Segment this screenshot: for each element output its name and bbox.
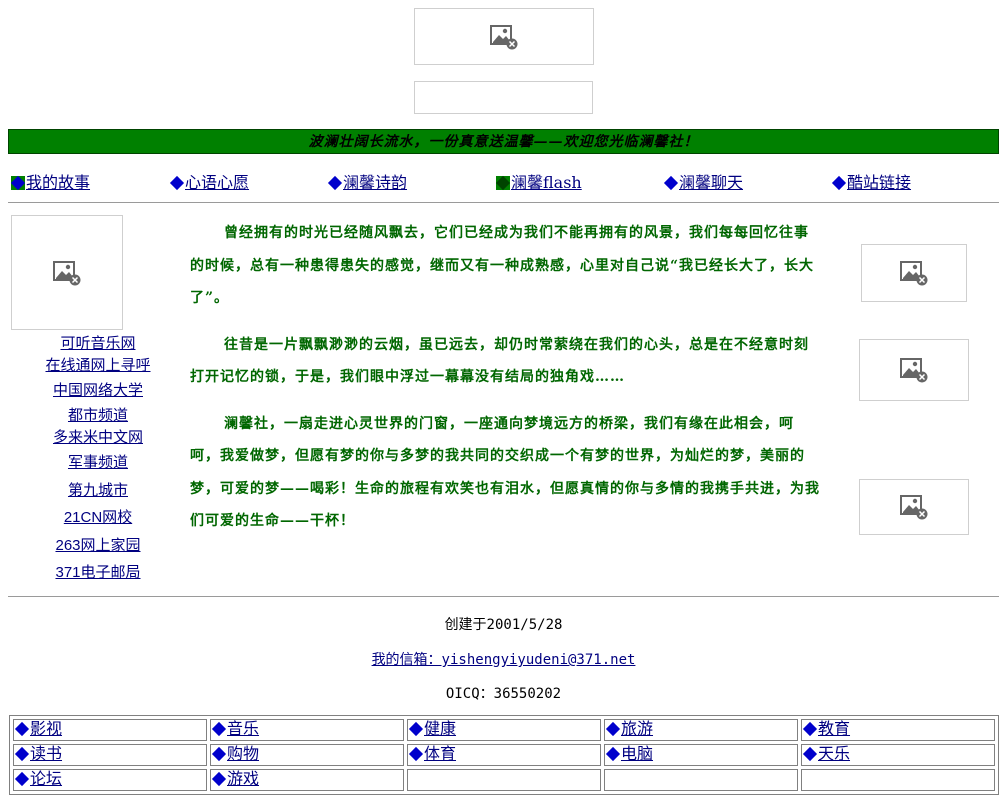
left-link-university[interactable]: 中国网络大学: [18, 380, 178, 400]
nav-label: 澜馨诗韵: [343, 173, 408, 192]
right-image-2: [859, 339, 969, 401]
left-link-371[interactable]: 371电子邮局: [18, 563, 178, 583]
category-reading[interactable]: 读书: [15, 745, 62, 763]
diamond-bullet-icon: [15, 772, 29, 786]
category-travel[interactable]: 旅游: [606, 720, 653, 738]
left-image: [11, 215, 123, 330]
table-row: 影视 音乐 健康 旅游 教育: [13, 719, 995, 741]
category-label: 旅游: [621, 719, 654, 738]
category-label: 论坛: [30, 769, 63, 788]
diamond-bullet-icon: [664, 176, 678, 190]
diamond-bullet-icon: [170, 176, 184, 190]
diamond-bullet-icon: [606, 722, 620, 736]
category-label: 天乐: [818, 744, 851, 763]
left-link-21cn[interactable]: 21CN网校: [18, 508, 178, 528]
empty-cell: [801, 769, 995, 791]
nav-poetry[interactable]: 澜馨诗韵: [328, 173, 407, 193]
category-shopping[interactable]: 购物: [212, 745, 259, 763]
paragraph: 澜馨社，一扇走进心灵世界的门窗，一座通向梦境远方的桥梁，我们有缘在此相会，呵呵，…: [190, 415, 820, 530]
diamond-bullet-icon: [15, 747, 29, 761]
top-banner-image: [414, 8, 594, 65]
category-computer[interactable]: 电脑: [606, 745, 653, 763]
left-link-city-channel[interactable]: 都市频道: [18, 405, 178, 425]
category-label: 体育: [424, 744, 457, 763]
diamond-bullet-icon: [212, 747, 226, 761]
left-link-dolomi[interactable]: 多来米中文网: [18, 427, 178, 447]
broken-image-icon: [53, 260, 81, 285]
main-article: 曾经拥有的时光已经随风飘去，它们已经成为我们不能再拥有的风景，我们每每回忆往事的…: [190, 217, 822, 552]
paragraph: 曾经拥有的时光已经随风飘去，它们已经成为我们不能再拥有的风景，我们每每回忆往事的…: [190, 225, 815, 306]
diamond-bullet-icon: [803, 747, 817, 761]
welcome-banner: 波澜壮阔长流水，一份真意送温馨——欢迎您光临澜馨社！: [8, 129, 999, 154]
diamond-bullet-icon: [832, 176, 846, 190]
category-label: 读书: [30, 744, 63, 763]
nav-label: 我的故事: [26, 173, 91, 192]
nav-flash[interactable]: 澜馨flash: [496, 173, 582, 193]
left-link-pager[interactable]: 在线通网上寻呼: [18, 355, 178, 375]
nav-my-story[interactable]: 我的故事: [11, 173, 90, 193]
diamond-bullet-icon: [212, 722, 226, 736]
divider-bottom: [8, 596, 999, 597]
category-label: 音乐: [227, 719, 260, 738]
diamond-bullet-icon: [803, 722, 817, 736]
diamond-bullet-icon: [606, 747, 620, 761]
category-label: 健康: [424, 719, 457, 738]
category-label: 教育: [818, 719, 851, 738]
paragraph: 往昔是一片飘飘渺渺的云烟，虽已远去，却仍时常萦绕在我们的心头，总是在不经意时刻打…: [190, 336, 809, 386]
diamond-bullet-icon: [15, 722, 29, 736]
created-date: 创建于2001/5/28: [444, 617, 563, 633]
right-image-1: [861, 244, 967, 302]
category-table: 影视 音乐 健康 旅游 教育 读书 购物 体育 电脑 天乐 论坛 游戏: [9, 715, 999, 795]
nav-label: 心语心愿: [185, 173, 250, 192]
mailbox-link[interactable]: 我的信箱：yishengyiyudeni@371.net: [372, 652, 636, 668]
broken-image-icon: [900, 358, 928, 383]
left-link-263[interactable]: 263网上家园: [18, 536, 178, 556]
category-sports[interactable]: 体育: [409, 745, 456, 763]
nav-label: 澜馨flash: [511, 173, 582, 192]
nav-label: 澜馨聊天: [679, 173, 744, 192]
category-movies[interactable]: 影视: [15, 720, 62, 738]
nav-chat[interactable]: 澜馨聊天: [664, 173, 743, 193]
oicq-number: OICQ：36550202: [445, 686, 562, 702]
empty-cell: [407, 769, 601, 791]
table-row: 读书 购物 体育 电脑 天乐: [13, 744, 995, 766]
category-education[interactable]: 教育: [803, 720, 850, 738]
diamond-bullet-icon: [328, 176, 342, 190]
left-link-military[interactable]: 军事频道: [18, 452, 178, 472]
category-health[interactable]: 健康: [409, 720, 456, 738]
category-games[interactable]: 游戏: [212, 770, 259, 788]
left-link-music[interactable]: 可听音乐网: [18, 333, 178, 353]
divider-top: [8, 202, 999, 203]
nav-heart-wishes[interactable]: 心语心愿: [170, 173, 249, 193]
broken-image-icon: [900, 261, 928, 286]
nav-label: 酷站链接: [847, 173, 912, 192]
diamond-bullet-icon: [212, 772, 226, 786]
category-tianle[interactable]: 天乐: [803, 745, 850, 763]
category-label: 电脑: [621, 744, 654, 763]
diamond-bullet-icon: [11, 176, 25, 190]
diamond-bullet-icon: [496, 176, 510, 190]
broken-image-icon: [490, 24, 518, 49]
category-label: 影视: [30, 719, 63, 738]
empty-cell: [604, 769, 798, 791]
top-empty-box: [414, 81, 593, 114]
left-link-the9[interactable]: 第九城市: [18, 480, 178, 500]
broken-image-icon: [900, 495, 928, 520]
table-row: 论坛 游戏: [13, 769, 995, 791]
nav-cool-links[interactable]: 酷站链接: [832, 173, 911, 193]
category-label: 购物: [227, 744, 260, 763]
category-label: 游戏: [227, 769, 260, 788]
diamond-bullet-icon: [409, 747, 423, 761]
right-image-3: [859, 479, 969, 535]
diamond-bullet-icon: [409, 722, 423, 736]
category-forum[interactable]: 论坛: [15, 770, 62, 788]
category-music[interactable]: 音乐: [212, 720, 259, 738]
